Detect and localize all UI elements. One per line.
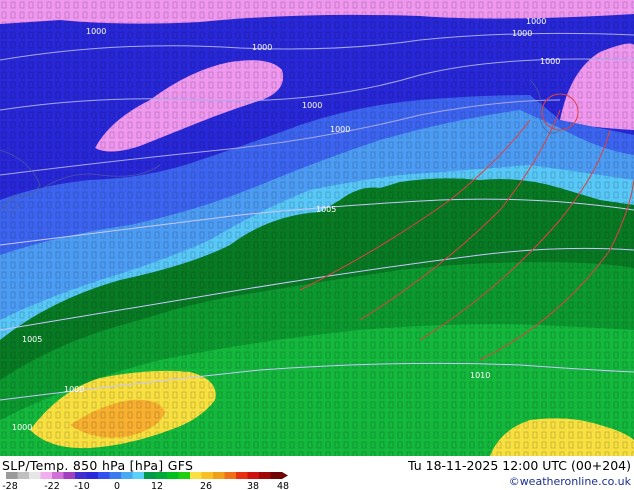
color-scale-cell: [109, 472, 122, 479]
isobar-label: 1010: [470, 371, 490, 380]
color-scale-cell: [178, 472, 191, 479]
color-scale-cell: [52, 472, 64, 479]
color-scale-cell: [75, 472, 87, 479]
color-scale-cell: [6, 472, 18, 479]
color-scale-cell: [121, 472, 133, 479]
color-scale-cell: [213, 472, 225, 479]
isobar-label: 1000: [330, 125, 350, 134]
color-scale: -28 -22 -10 0 12 26 38 48: [2, 472, 289, 490]
weather-map: 1000 1000 1000 1000 1000 1000 1000 1005 …: [0, 0, 634, 456]
isobar-label: 1000: [512, 29, 532, 38]
color-scale-cell: [190, 472, 202, 479]
color-scale-tick-label: -28: [2, 481, 18, 490]
color-scale-tick-label: -22: [44, 481, 60, 490]
color-scale-labels: -28 -22 -10 0 12 26 38 48: [2, 481, 289, 490]
color-scale-cell: [201, 472, 214, 479]
color-scale-tick-label: -10: [74, 481, 90, 490]
color-scale-cells: [6, 472, 288, 479]
color-scale-tick-label: 38: [247, 481, 259, 490]
isobar-label: 1000: [540, 57, 560, 66]
color-scale-cell: [155, 472, 168, 479]
color-scale-arrow: [282, 472, 288, 479]
color-scale-cell: [167, 472, 179, 479]
isobar-label: 1000: [302, 101, 322, 110]
color-scale-cell: [29, 472, 41, 479]
color-scale-cell: [144, 472, 156, 479]
color-scale-cell: [236, 472, 248, 479]
color-scale-tick-label: 12: [151, 481, 163, 490]
value-grid-overlay: [0, 0, 634, 456]
color-scale-cell: [132, 472, 145, 479]
color-scale-cell: [40, 472, 53, 479]
map-footer: SLP/Temp. 850 hPa [hPa] GFS Tu 18-11-202…: [0, 456, 634, 490]
color-scale-cell: [98, 472, 110, 479]
color-scale-tick-label: 48: [277, 481, 289, 490]
valid-time: Tu 18-11-2025 12:00 UTC (00+204): [408, 458, 631, 473]
color-scale-cell: [63, 472, 76, 479]
color-scale-cell: [86, 472, 99, 479]
isobar-label: 1000: [252, 43, 272, 52]
temperature-fields: [0, 0, 634, 456]
color-scale-cell: [270, 472, 283, 479]
color-scale-cell: [259, 472, 271, 479]
color-scale-tick-label: 0: [114, 481, 120, 490]
isobar-label: 1000: [12, 423, 32, 432]
color-scale-cell: [224, 472, 237, 479]
map-title: SLP/Temp. 850 hPa [hPa] GFS: [2, 458, 194, 473]
credit-link[interactable]: ©weatheronline.co.uk: [509, 475, 631, 488]
color-scale-cell: [17, 472, 30, 479]
color-scale-cell: [247, 472, 260, 479]
isobar-label: 1000: [526, 17, 546, 26]
isobar-label: 1000: [64, 385, 84, 394]
isobar-label: 1005: [22, 335, 42, 344]
isobar-label: 1000: [86, 27, 106, 36]
color-scale-tick-label: 26: [200, 481, 212, 490]
isobar-label: 1005: [316, 205, 336, 214]
